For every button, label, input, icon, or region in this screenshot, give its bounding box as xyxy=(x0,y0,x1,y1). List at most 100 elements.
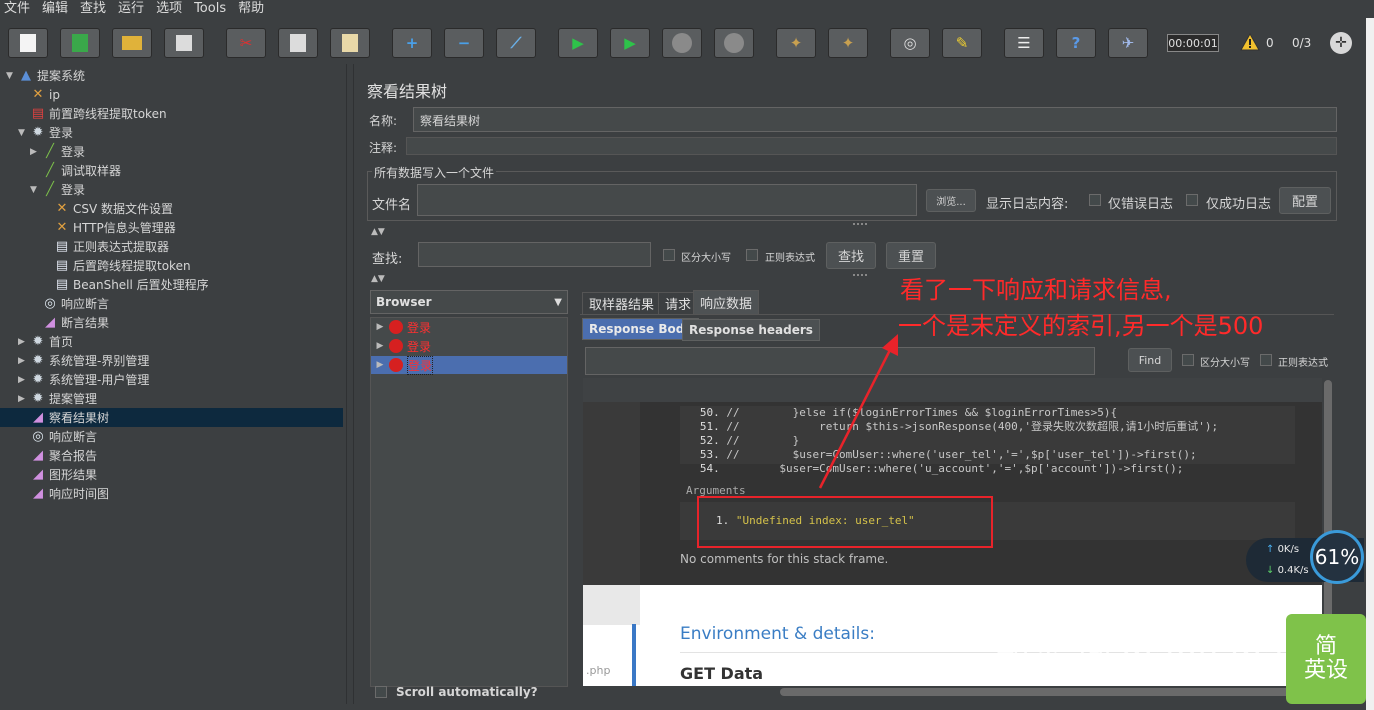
search-binoculars-icon[interactable]: ◎ xyxy=(890,28,930,58)
tree-node[interactable]: ✕ ip xyxy=(0,85,60,104)
save-icon[interactable] xyxy=(164,28,204,58)
paste-icon[interactable] xyxy=(330,28,370,58)
search-input[interactable] xyxy=(418,242,651,267)
help-icon[interactable]: ? xyxy=(1056,28,1096,58)
cut-icon[interactable]: ✂ xyxy=(226,28,266,58)
menu-run[interactable]: 运行 xyxy=(112,0,150,18)
start-no-pause-icon[interactable]: ▶ xyxy=(610,28,650,58)
warning-icon[interactable] xyxy=(1240,33,1260,51)
tree-node[interactable]: ◢ 察看结果树 xyxy=(0,408,343,427)
tree-node-label: ip xyxy=(49,87,60,102)
search-button[interactable]: 查找 xyxy=(826,242,876,269)
tree-node[interactable]: ▶ ✹ 系统管理-用户管理 xyxy=(0,370,149,389)
success-only-checkbox[interactable] xyxy=(1186,194,1198,206)
memory-percent-ring[interactable]: 61% xyxy=(1310,530,1364,584)
function-helper-icon[interactable]: ☰ xyxy=(1004,28,1044,58)
expand-arrow-icon[interactable]: ▶ xyxy=(371,322,389,332)
tree-node[interactable]: ◎ 响应断言 xyxy=(0,294,109,313)
tree-node[interactable]: ◢ 图形结果 xyxy=(0,465,97,484)
collapse-all-icon[interactable]: − xyxy=(444,28,484,58)
tree-node[interactable]: ▤ BeanShell 后置处理程序 xyxy=(0,275,209,294)
tab-request[interactable]: 请求 xyxy=(658,292,699,314)
tree-node[interactable]: ▶ ✹ 系统管理-界别管理 xyxy=(0,351,149,370)
tree-expand-icon[interactable]: ▶ xyxy=(18,375,30,385)
vertical-scroll-thumb[interactable] xyxy=(1324,380,1332,620)
tree-expand-icon[interactable]: ▶ xyxy=(18,394,30,404)
filename-input[interactable] xyxy=(417,184,917,216)
horizontal-scroll-thumb[interactable] xyxy=(780,688,1300,696)
ime-indicator[interactable]: 简 英设 xyxy=(1286,614,1366,704)
tree-node[interactable]: ▼ ✹ 登录 xyxy=(0,123,73,142)
tree-expand-icon[interactable]: ▼ xyxy=(6,71,18,81)
tree-node[interactable]: ▼ ▲ 提案系统 xyxy=(0,66,85,85)
globe-icon[interactable]: ✛ xyxy=(1330,32,1352,54)
subtab-response-headers[interactable]: Response headers xyxy=(682,319,820,341)
expand-all-icon[interactable]: + xyxy=(392,28,432,58)
menu-edit[interactable]: 编辑 xyxy=(36,0,74,18)
case-sensitive-checkbox[interactable] xyxy=(663,249,675,261)
regex-checkbox[interactable] xyxy=(746,249,758,261)
find-case-checkbox[interactable] xyxy=(1182,354,1194,366)
shutdown-icon[interactable] xyxy=(714,28,754,58)
tree-node[interactable]: ▶ ✹ 提案管理 xyxy=(0,389,97,408)
browse-button[interactable]: 浏览... xyxy=(926,189,976,212)
comment-input[interactable] xyxy=(406,137,1337,155)
tree-node[interactable]: ◎ 响应断言 xyxy=(0,427,97,446)
find-regex-checkbox[interactable] xyxy=(1260,354,1272,366)
tree-node[interactable]: ▶ ╱ 登录 xyxy=(0,142,85,161)
menu-options[interactable]: 选项 xyxy=(150,0,188,18)
tree-node[interactable]: ▤ 正则表达式提取器 xyxy=(0,237,169,256)
stop-icon[interactable] xyxy=(662,28,702,58)
split-divider[interactable] xyxy=(346,64,354,704)
toggle-icon[interactable]: ⟋ xyxy=(496,28,536,58)
tree-node[interactable]: ◢ 聚合报告 xyxy=(0,446,97,465)
new-icon[interactable] xyxy=(8,28,48,58)
scroll-auto-checkbox[interactable] xyxy=(375,686,387,698)
find-button[interactable]: Find xyxy=(1128,348,1172,372)
result-item[interactable]: ▶ 登录 xyxy=(371,337,567,355)
tab-sampler-result[interactable]: 取样器结果 xyxy=(582,292,662,314)
split-handle-icon-2[interactable] xyxy=(853,274,867,279)
templates-icon[interactable] xyxy=(60,28,100,58)
clear-all-icon[interactable]: ✦ xyxy=(828,28,868,58)
tab-response-data[interactable]: 响应数据 xyxy=(693,290,760,314)
collapse-arrows-icon[interactable]: ▲▼ xyxy=(371,227,385,237)
split-handle-icon[interactable] xyxy=(853,223,867,228)
menu-tools[interactable]: Tools xyxy=(188,0,232,18)
tree-node[interactable]: ▶ ✹ 首页 xyxy=(0,332,73,351)
tree-expand-icon[interactable]: ▶ xyxy=(18,356,30,366)
start-icon[interactable]: ▶ xyxy=(558,28,598,58)
remote-icon[interactable]: ✈ xyxy=(1108,28,1148,58)
expand-arrow-icon[interactable]: ▶ xyxy=(371,341,389,351)
configure-button[interactable]: 配置 xyxy=(1279,187,1331,214)
tree-expand-icon[interactable]: ▼ xyxy=(30,185,42,195)
tree-node[interactable]: ╱ 调试取样器 xyxy=(0,161,121,180)
tree-expand-icon[interactable]: ▶ xyxy=(30,147,42,157)
tree-expand-icon[interactable]: ▼ xyxy=(18,128,30,138)
tree-node[interactable]: ◢ 响应时间图 xyxy=(0,484,109,503)
reset-button[interactable]: 重置 xyxy=(886,242,936,269)
renderer-select[interactable]: Browser ▼ xyxy=(370,290,568,314)
tree-node[interactable]: ▤ 前置跨线程提取token xyxy=(0,104,167,123)
tree-node[interactable]: ▤ 后置跨线程提取token xyxy=(0,256,191,275)
gear-icon: ✹ xyxy=(32,353,44,368)
result-item[interactable]: ▶ 登录 xyxy=(371,318,567,336)
list-split-divider[interactable] xyxy=(568,290,578,687)
tree-expand-icon[interactable]: ▶ xyxy=(18,337,30,347)
menu-search[interactable]: 查找 xyxy=(74,0,112,18)
tree-node[interactable]: ▼ ╱ 登录 xyxy=(0,180,85,199)
open-icon[interactable] xyxy=(112,28,152,58)
clear-icon[interactable]: ✦ xyxy=(776,28,816,58)
menu-file[interactable]: 文件 xyxy=(0,0,36,18)
tree-node[interactable]: ✕ CSV 数据文件设置 xyxy=(0,199,173,218)
reset-search-icon[interactable]: ✎ xyxy=(942,28,982,58)
collapse-arrows-icon-2[interactable]: ▲▼ xyxy=(371,274,385,284)
menu-help[interactable]: 帮助 xyxy=(232,0,270,18)
copy-icon[interactable] xyxy=(278,28,318,58)
tree-node[interactable]: ◢ 断言结果 xyxy=(0,313,109,332)
errors-only-checkbox[interactable] xyxy=(1089,194,1101,206)
expand-arrow-icon[interactable]: ▶ xyxy=(371,360,389,370)
tree-node[interactable]: ✕ HTTP信息头管理器 xyxy=(0,218,176,237)
result-item-selected[interactable]: ▶ 登录 xyxy=(371,355,567,375)
name-input[interactable]: 察看结果树 xyxy=(413,107,1337,132)
